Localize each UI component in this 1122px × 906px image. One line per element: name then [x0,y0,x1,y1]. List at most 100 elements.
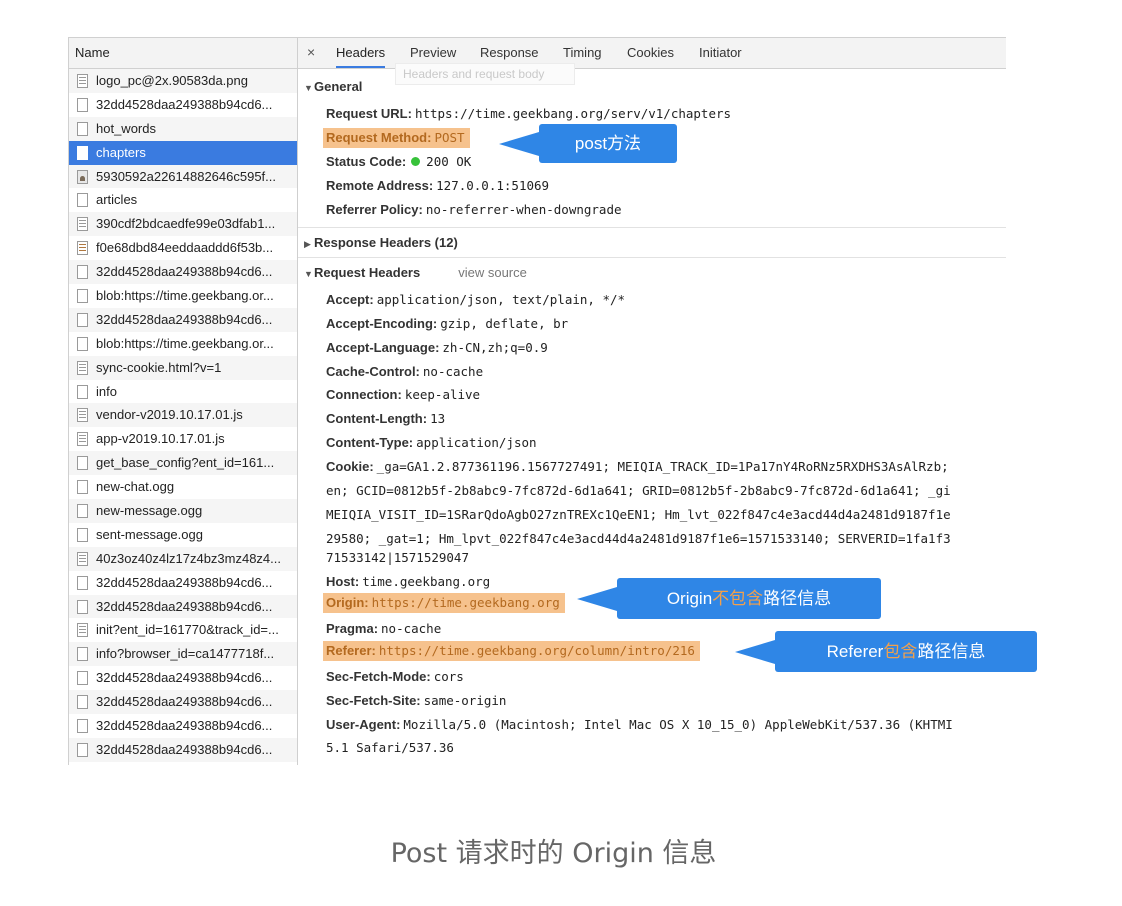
file-icon [77,384,88,399]
request-row[interactable]: blob:https://time.geekbang.or... [69,284,297,308]
request-row[interactable]: articles [69,188,297,212]
file-icon [77,97,88,112]
cookie-key: Cookie: [326,459,374,474]
origin-key: Origin: [326,595,369,610]
accept-language-key: Accept-Language: [326,340,440,355]
file-icon [77,623,88,638]
file-icon [77,217,88,232]
content-length-row: Content-Length: 13 [326,411,445,426]
request-name: 32dd4528daa249388b94cd6... [96,574,273,590]
request-name: new-chat.ogg [96,479,175,495]
request-row[interactable]: 32dd4528daa249388b94cd6... [69,666,297,690]
file-icon [77,719,88,734]
request-row[interactable]: logo_pc@2x.90583da.png [69,69,297,93]
request-name: new-message.ogg [96,503,203,519]
request-row[interactable]: app-v2019.10.17.01.js [69,427,297,451]
referer-callout-text-b: 包含 [883,642,918,661]
request-row[interactable]: 5930592a22614882646c595f... [69,164,297,189]
user-agent-row: User-Agent: Mozilla/5.0 (Macintosh; Intel… [326,717,953,732]
request-name: blob:https://time.geekbang.or... [96,335,274,351]
request-name: init?ent_id=161770&track_id=... [96,622,279,638]
referer-value: https://time.geekbang.org/column/intro/2… [378,643,695,658]
request-rows: logo_pc@2x.90583da.png 32dd4528daa249388b… [69,69,297,762]
request-row[interactable]: info?browser_id=ca1477718f... [69,642,297,667]
request-row[interactable]: 40z3oz40z4lz17z4bz3mz48z4... [69,546,297,571]
file-icon [77,336,88,351]
referer-row: Referer: https://time.geekbang.org/column… [323,641,700,661]
divider [298,227,1006,228]
sec-fetch-site-row: Sec-Fetch-Site: same-origin [326,693,506,708]
figure-caption: Post 请求时的 Origin 信息 [390,838,717,869]
request-name: 390cdf2bdcaedfe99e03dfab1... [96,216,276,232]
request-row[interactable]: f0e68dbd84eeddaaddd6f53b... [69,236,297,260]
request-name: chapters [96,144,146,160]
file-icon [77,671,88,686]
request-row[interactable]: 32dd4528daa249388b94cd6... [69,571,297,595]
general-title: General [314,79,363,94]
request-row[interactable]: 390cdf2bdcaedfe99e03dfab1... [69,212,297,237]
request-row[interactable]: blob:https://time.geekbang.or... [69,332,297,356]
request-name: blob:https://time.geekbang.or... [96,288,274,304]
request-row[interactable]: hot_words [69,116,297,141]
remote-address-value: 127.0.0.1:51069 [436,178,550,193]
request-name: sent-message.ogg [96,526,203,542]
request-name: info?browser_id=ca1477718f... [96,646,275,662]
file-icon [77,742,88,757]
general-section-toggle[interactable]: ▼General [304,79,362,94]
request-headers-toggle[interactable]: ▼Request Headers view source [304,265,527,280]
request-row[interactable]: 32dd4528daa249388b94cd6... [69,594,297,619]
view-source-link[interactable]: view source [458,265,527,280]
request-name: 32dd4528daa249388b94cd6... [96,96,273,112]
connection-row: Connection: keep-alive [326,387,480,402]
request-name: 32dd4528daa249388b94cd6... [96,694,273,710]
sec-fetch-site-value: same-origin [423,693,507,708]
request-row[interactable]: vendor-v2019.10.17.01.js [69,403,297,428]
cookie-value: _ga=GA1.2.877361196.1567727491; MEIQIA_T… [376,459,949,474]
file-icon [77,289,88,304]
request-row[interactable]: sync-cookie.html?v=1 [69,355,297,380]
cache-control-key: Cache-Control: [326,364,420,379]
tab-cookies[interactable]: Cookies [627,38,674,68]
accept-language-row: Accept-Language: zh-CN,zh;q=0.9 [326,340,548,355]
sec-fetch-site-key: Sec-Fetch-Site: [326,693,421,708]
remote-address-key: Remote Address: [326,178,434,193]
status-code-value: 200 OK [426,154,472,169]
sec-fetch-mode-row: Sec-Fetch-Mode: cors [326,669,464,684]
file-icon [77,265,88,280]
request-row[interactable]: info [69,380,297,404]
name-column-header[interactable]: Name [69,38,297,69]
host-key: Host: [326,574,360,589]
request-row[interactable]: chapters [69,140,297,165]
cookie-continuation: MEIQIA_VISIT_ID=1SRarQdoAgbO27znTREXc1Qe… [326,507,951,522]
headers-tooltip: Headers and request body [395,63,575,85]
response-headers-toggle[interactable]: ▶ Response Headers (12) [304,235,458,250]
request-row[interactable]: new-chat.ogg [69,475,297,499]
tab-headers[interactable]: Headers [336,38,386,68]
request-row[interactable]: 32dd4528daa249388b94cd6... [69,307,297,332]
tab-initiator[interactable]: Initiator [699,38,742,68]
cookie-continuation: en; GCID=0812b5f-2b8abc9-7fc872d-6d1a641… [326,483,951,498]
request-row[interactable]: 32dd4528daa249388b94cd6... [69,690,297,715]
origin-callout: Origin不包含路径信息 [577,578,881,619]
connection-key: Connection: [326,387,402,402]
request-row[interactable]: 32dd4528daa249388b94cd6... [69,737,297,762]
origin-row: Origin: https://time.geekbang.org [323,593,565,613]
request-row[interactable]: sent-message.ogg [69,523,297,547]
request-row[interactable]: 32dd4528daa249388b94cd6... [69,93,297,117]
accept-value: application/json, text/plain, */* [376,292,626,307]
post-method-callout: post方法 [499,124,677,163]
content-type-value: application/json [416,435,537,450]
accept-key: Accept: [326,292,374,307]
file-icon [77,408,88,423]
file-icon [77,312,88,327]
close-icon[interactable]: × [307,44,315,60]
request-name: 32dd4528daa249388b94cd6... [96,311,273,327]
request-row[interactable]: init?ent_id=161770&track_id=... [69,618,297,642]
request-row[interactable]: 32dd4528daa249388b94cd6... [69,260,297,285]
request-row[interactable]: new-message.ogg [69,499,297,523]
request-row[interactable]: get_base_config?ent_id=161... [69,451,297,476]
request-name: app-v2019.10.17.01.js [96,431,225,447]
request-row[interactable]: 32dd4528daa249388b94cd6... [69,714,297,738]
file-icon [77,121,88,136]
connection-value: keep-alive [404,387,481,402]
